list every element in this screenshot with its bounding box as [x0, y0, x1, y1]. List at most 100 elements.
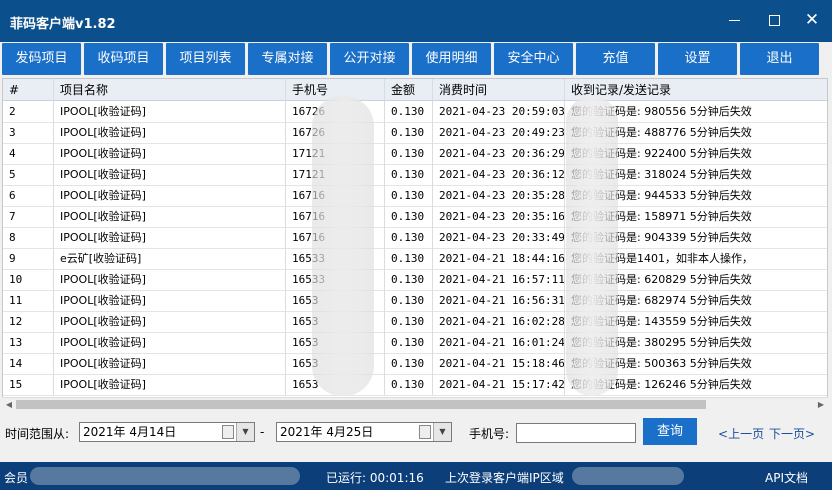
cell-amount: 0.130: [385, 248, 433, 269]
cell-num: 4: [3, 143, 54, 164]
cell-amount: 0.130: [385, 185, 433, 206]
calendar-icon: [419, 425, 431, 439]
cell-time: 2021-04-23 20:36:29: [433, 143, 565, 164]
calendar-icon: [222, 425, 234, 439]
cell-num: 5: [3, 164, 54, 185]
records-table: # 项目名称 手机号 金额 消费时间 收到记录/发送记录 2 IPOOL[收验证码] 1672…: [2, 78, 828, 412]
cell-time: 2021-04-23 20:49:23: [433, 122, 565, 143]
table-row[interactable]: 5 IPOOL[收验证码] 17121 0.130 2021-04-23 20:36:1…: [3, 164, 827, 186]
scrollbar-thumb[interactable]: [16, 400, 706, 409]
cell-time: 2021-04-23 20:59:03: [433, 101, 565, 122]
cell-name: IPOOL[收验证码]: [54, 227, 286, 248]
table-row[interactable]: 14 IPOOL[收验证码] 1653 0.130 2021-04-21 15:18:4…: [3, 353, 827, 375]
uptime-text: 已运行: 00:01:16: [326, 471, 424, 485]
cell-name: IPOOL[收验证码]: [54, 290, 286, 311]
table-row[interactable]: 12 IPOOL[收验证码] 1653 0.130 2021-04-21 16:02:2…: [3, 311, 827, 333]
cell-time: 2021-04-21 16:01:24: [433, 332, 565, 353]
column-header[interactable]: 消费时间: [433, 79, 565, 101]
api-doc-link[interactable]: API文档: [765, 469, 808, 486]
cell-name: IPOOL[收验证码]: [54, 332, 286, 353]
cell-num: 15: [3, 374, 54, 395]
table-row[interactable]: 15 IPOOL[收验证码] 1653 0.130 2021-04-21 15:17:4…: [3, 374, 827, 396]
cell-name: IPOOL[收验证码]: [54, 122, 286, 143]
cell-amount: 0.130: [385, 206, 433, 227]
table-row[interactable]: 10 IPOOL[收验证码] 16533 0.130 2021-04-21 16:57:…: [3, 269, 827, 291]
cell-time: 2021-04-23 20:36:12: [433, 164, 565, 185]
cell-num: 11: [3, 290, 54, 311]
cell-num: 13: [3, 332, 54, 353]
cell-amount: 0.130: [385, 353, 433, 374]
table-row[interactable]: 8 IPOOL[收验证码] 16716 0.130 2021-04-23 20:33:4…: [3, 227, 827, 249]
record-redaction-blur: [566, 96, 618, 396]
prev-page-label: 上一页: [728, 427, 765, 441]
toolbar-button-1[interactable]: 发码项目: [2, 43, 81, 75]
toolbar-button-5[interactable]: 公开对接: [330, 43, 409, 75]
toolbar-button-8[interactable]: 充值: [576, 43, 655, 75]
member-redaction-blur: [30, 467, 300, 485]
cell-name: IPOOL[收验证码]: [54, 101, 286, 122]
next-page-link[interactable]: 下一页>: [769, 425, 815, 442]
table-row[interactable]: 13 IPOOL[收验证码] 1653 0.130 2021-04-21 16:01:2…: [3, 332, 827, 354]
column-header[interactable]: #: [3, 79, 54, 101]
start-date-picker[interactable]: 2021年 4月14日 ▼: [79, 422, 255, 442]
cell-time: 2021-04-23 20:33:49: [433, 227, 565, 248]
column-header[interactable]: 项目名称: [54, 79, 286, 101]
cell-num: 9: [3, 248, 54, 269]
cell-time: 2021-04-21 16:02:28: [433, 311, 565, 332]
phone-input[interactable]: [516, 423, 636, 443]
table-row[interactable]: 7 IPOOL[收验证码] 16716 0.130 2021-04-23 20:35:1…: [3, 206, 827, 228]
chevron-down-icon[interactable]: ▼: [236, 423, 254, 441]
column-header[interactable]: 金额: [385, 79, 433, 101]
title-bar: 菲码客户端v1.82 ✕: [0, 0, 832, 42]
cell-time: 2021-04-21 16:57:11: [433, 269, 565, 290]
table-row[interactable]: 2 IPOOL[收验证码] 16726 0.130 2021-04-23 20:59:0…: [3, 101, 827, 123]
date-separator: -: [260, 425, 265, 439]
query-button[interactable]: 查询: [643, 418, 697, 445]
table-row[interactable]: 4 IPOOL[收验证码] 17121 0.130 2021-04-23 20:36:2…: [3, 143, 827, 165]
maximize-icon: [768, 14, 780, 26]
scroll-right-icon[interactable]: ▶: [814, 398, 828, 412]
cell-time: 2021-04-21 18:44:16: [433, 248, 565, 269]
cell-amount: 0.130: [385, 227, 433, 248]
minimize-button[interactable]: [720, 8, 748, 32]
toolbar-button-7[interactable]: 安全中心: [494, 43, 573, 75]
cell-amount: 0.130: [385, 332, 433, 353]
cell-name: IPOOL[收验证码]: [54, 311, 286, 332]
toolbar-button-9[interactable]: 设置: [658, 43, 737, 75]
cell-amount: 0.130: [385, 269, 433, 290]
toolbar-button-10[interactable]: 退出: [740, 43, 819, 75]
scroll-left-icon[interactable]: ◀: [2, 398, 16, 412]
toolbar-button-6[interactable]: 使用明细: [412, 43, 491, 75]
close-button[interactable]: ✕: [798, 8, 826, 32]
main-toolbar: 发码项目 收码项目 项目列表 专属对接 公开对接 使用明细 安全中心 充值 设置 退出: [2, 43, 830, 76]
column-header[interactable]: 收到记录/发送记录: [565, 79, 827, 101]
cell-time: 2021-04-21 15:18:46: [433, 353, 565, 374]
last-login-text: 上次登录客户端IP区域: [445, 471, 564, 485]
cell-time: 2021-04-21 16:56:31: [433, 290, 565, 311]
cell-num: 3: [3, 122, 54, 143]
window-title: 菲码客户端v1.82: [10, 17, 116, 32]
filter-bar: 时间范围从: 2021年 4月14日 ▼ - 2021年 4月25日 ▼ 手机号…: [0, 414, 832, 454]
chevron-down-icon[interactable]: ▼: [433, 423, 451, 441]
prev-page-link[interactable]: <上一页: [718, 425, 764, 442]
cell-amount: 0.130: [385, 290, 433, 311]
cell-name: IPOOL[收验证码]: [54, 269, 286, 290]
table-row[interactable]: 9 e云矿[收验证码] 16533 0.130 2021-04-21 18:44:16 您…: [3, 248, 827, 270]
table-row[interactable]: 6 IPOOL[收验证码] 16716 0.130 2021-04-23 20:35:2…: [3, 185, 827, 207]
cell-num: 14: [3, 353, 54, 374]
cell-num: 8: [3, 227, 54, 248]
cell-num: 2: [3, 101, 54, 122]
cell-name: IPOOL[收验证码]: [54, 353, 286, 374]
toolbar-button-3[interactable]: 项目列表: [166, 43, 245, 75]
maximize-button[interactable]: [760, 8, 788, 32]
toolbar-button-2[interactable]: 收码项目: [84, 43, 163, 75]
table-row[interactable]: 3 IPOOL[收验证码] 16726 0.130 2021-04-23 20:49:2…: [3, 122, 827, 144]
end-date-picker[interactable]: 2021年 4月25日 ▼: [276, 422, 452, 442]
end-date-value: 2021年 4月25日: [280, 425, 374, 439]
horizontal-scrollbar[interactable]: ◀ ▶: [2, 397, 828, 412]
table-row[interactable]: 11 IPOOL[收验证码] 1653 0.130 2021-04-21 16:56:3…: [3, 290, 827, 312]
cell-amount: 0.130: [385, 101, 433, 122]
time-range-label: 时间范围从:: [5, 427, 70, 441]
toolbar-button-4[interactable]: 专属对接: [248, 43, 327, 75]
cell-amount: 0.130: [385, 164, 433, 185]
